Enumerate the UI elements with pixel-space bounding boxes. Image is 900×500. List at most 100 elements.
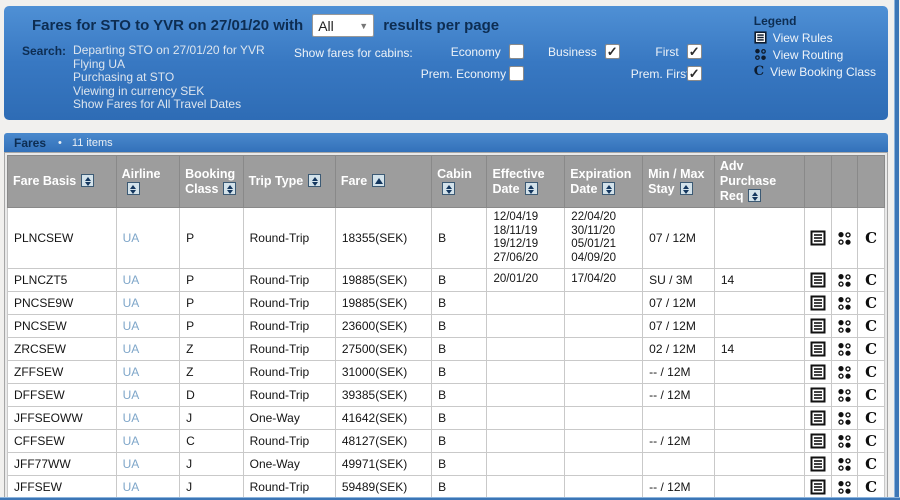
cell-airline: UA xyxy=(116,430,180,453)
view-routing-button[interactable] xyxy=(837,434,852,449)
airline-link[interactable]: UA xyxy=(123,273,140,287)
bullet-separator: • xyxy=(58,137,62,149)
sort-button[interactable] xyxy=(308,174,321,187)
economy-checkbox[interactable] xyxy=(509,44,524,59)
cell-action: C xyxy=(858,407,885,430)
sort-button[interactable] xyxy=(442,182,455,195)
cell-fare-basis: ZRCSEW xyxy=(8,338,117,361)
cell-cabin: B xyxy=(432,338,487,361)
cell-cabin: B xyxy=(432,269,487,292)
search-label: Search: xyxy=(22,44,66,112)
cell-action: C xyxy=(858,361,885,384)
view-booking-class-button[interactable]: C xyxy=(865,319,877,334)
view-routing-button[interactable] xyxy=(837,319,852,334)
view-rules-button[interactable] xyxy=(810,364,826,380)
view-routing-button[interactable] xyxy=(837,342,852,357)
sort-button[interactable] xyxy=(602,182,615,195)
first-checkbox[interactable]: ✓ xyxy=(687,44,702,59)
view-rules-button[interactable] xyxy=(810,410,826,426)
airline-link[interactable]: UA xyxy=(123,480,140,494)
airline-link[interactable]: UA xyxy=(123,342,140,356)
legend: Legend View Rules View Routing C View Bo… xyxy=(754,14,876,80)
legend-item-view-booking-class: C View Booking Class xyxy=(754,63,876,80)
view-booking-class-button[interactable]: C xyxy=(865,273,877,288)
fare-row: ZRCSEWUAZRound-Trip27500(SEK)B02 / 12M14… xyxy=(8,338,885,361)
view-routing-button[interactable] xyxy=(837,411,852,426)
view-rules-button[interactable] xyxy=(810,387,826,403)
business-checkbox[interactable]: ✓ xyxy=(605,44,620,59)
view-rules-button[interactable] xyxy=(810,456,826,472)
sort-button[interactable] xyxy=(748,189,761,202)
view-routing-button[interactable] xyxy=(837,365,852,380)
view-rules-icon xyxy=(754,31,767,44)
cell-fare: 49971(SEK) xyxy=(335,453,431,476)
cell-action xyxy=(805,476,832,499)
view-rules-button[interactable] xyxy=(810,230,826,246)
prem-economy-checkbox[interactable] xyxy=(509,66,524,81)
sort-button[interactable] xyxy=(81,174,94,187)
airline-link[interactable]: UA xyxy=(123,365,140,379)
cell-action xyxy=(805,208,832,269)
airline-link[interactable]: UA xyxy=(123,457,140,471)
cell-adv-purchase-req xyxy=(714,315,804,338)
cell-trip-type: Round-Trip xyxy=(243,269,335,292)
airline-link[interactable]: UA xyxy=(123,388,140,402)
window-frame-right xyxy=(894,0,899,500)
view-routing-button[interactable] xyxy=(837,231,852,246)
cell-action: C xyxy=(858,315,885,338)
cell-airline: UA xyxy=(116,338,180,361)
cell-fare: 59489(SEK) xyxy=(335,476,431,499)
view-booking-class-button[interactable]: C xyxy=(865,388,877,403)
cell-action xyxy=(831,384,858,407)
view-booking-class-button[interactable]: C xyxy=(865,480,877,495)
view-booking-class-button[interactable]: C xyxy=(865,411,877,426)
airline-link[interactable]: UA xyxy=(123,411,140,425)
view-rules-button[interactable] xyxy=(810,318,826,334)
view-rules-button[interactable] xyxy=(810,479,826,495)
view-booking-class-button[interactable]: C xyxy=(865,434,877,449)
view-booking-class-button[interactable]: C xyxy=(865,342,877,357)
results-per-page-select[interactable]: All ▼ xyxy=(312,14,374,37)
cell-booking-class: P xyxy=(180,315,244,338)
sort-button[interactable] xyxy=(127,182,140,195)
search-line: Purchasing at STO xyxy=(73,71,265,85)
fares-table-body: PLNCSEWUAPRound-Trip18355(SEK)B12/04/19 … xyxy=(8,208,885,499)
sort-button[interactable] xyxy=(680,182,693,195)
cell-airline: UA xyxy=(116,384,180,407)
cell-adv-purchase-req xyxy=(714,476,804,499)
sort-button[interactable] xyxy=(525,182,538,195)
airline-link[interactable]: UA xyxy=(123,434,140,448)
view-booking-class-button[interactable]: C xyxy=(865,231,877,246)
view-booking-class-button[interactable]: C xyxy=(865,296,877,311)
view-routing-button[interactable] xyxy=(837,388,852,403)
view-rules-button[interactable] xyxy=(810,433,826,449)
airline-link[interactable]: UA xyxy=(123,296,140,310)
sort-button-active[interactable] xyxy=(372,174,385,187)
view-routing-button[interactable] xyxy=(837,480,852,495)
cabin-filters: Show fares for cabins: Economy Business … xyxy=(294,46,713,81)
cell-action xyxy=(805,453,832,476)
view-routing-button[interactable] xyxy=(837,296,852,311)
cell-action xyxy=(805,361,832,384)
cell-min-max-stay: 07 / 12M xyxy=(643,315,715,338)
view-booking-class-button[interactable]: C xyxy=(865,457,877,472)
cell-effective-date: 12/04/19 18/11/19 19/12/19 27/06/20 xyxy=(487,208,565,269)
airline-link[interactable]: UA xyxy=(123,231,140,245)
view-rules-button[interactable] xyxy=(810,295,826,311)
sort-button[interactable] xyxy=(223,182,236,195)
cell-effective-date xyxy=(487,338,565,361)
cell-booking-class: J xyxy=(180,407,244,430)
view-routing-button[interactable] xyxy=(837,457,852,472)
legend-item-label: View Routing xyxy=(773,47,844,63)
view-rules-button[interactable] xyxy=(810,272,826,288)
cell-adv-purchase-req xyxy=(714,361,804,384)
cell-adv-purchase-req xyxy=(714,384,804,407)
airline-link[interactable]: UA xyxy=(123,319,140,333)
fare-row: PLNCZT5UAPRound-Trip19885(SEK)B20/01/201… xyxy=(8,269,885,292)
table-header-row: Fare Basis Airline Booking Class Trip Ty… xyxy=(8,156,885,208)
view-booking-class-button[interactable]: C xyxy=(865,365,877,380)
view-rules-button[interactable] xyxy=(810,341,826,357)
view-routing-button[interactable] xyxy=(837,273,852,288)
cell-action: C xyxy=(858,338,885,361)
prem-first-checkbox[interactable]: ✓ xyxy=(687,66,702,81)
